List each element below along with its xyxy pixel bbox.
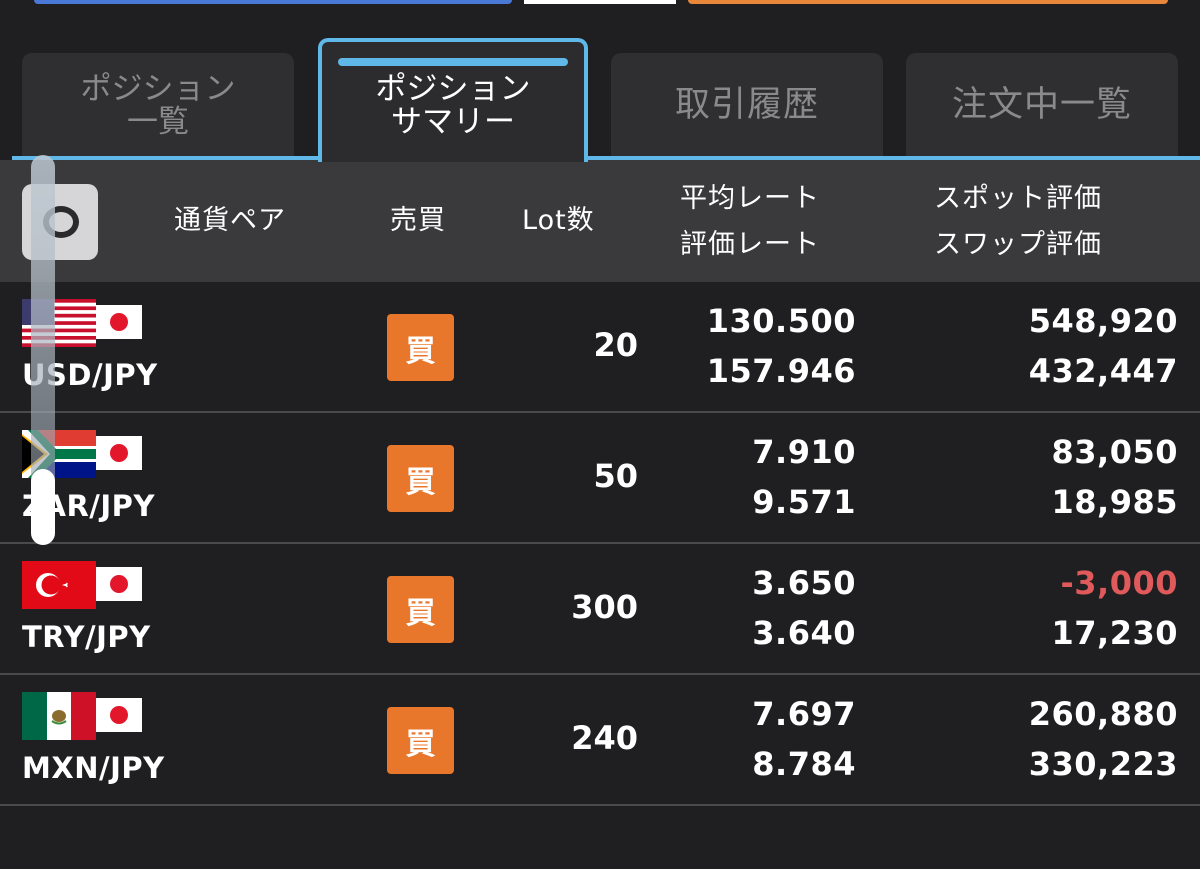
lot-value: 240 xyxy=(571,719,638,757)
avg-rate-value: 130.500 xyxy=(706,302,856,340)
position-row[interactable]: MXN/JPY 買 240 7.697 8.784 260,880 330,22… xyxy=(0,675,1200,806)
eval-rate-value: 3.640 xyxy=(752,614,856,652)
avg-rate-value: 7.697 xyxy=(752,695,856,733)
mx-flag-icon xyxy=(22,692,96,740)
swap-eval-value: 18,985 xyxy=(1051,483,1178,521)
swap-eval-value: 330,223 xyxy=(1028,745,1178,783)
buy-badge: 買 xyxy=(387,445,454,512)
buy-badge: 買 xyxy=(387,707,454,774)
spot-eval-value: 548,920 xyxy=(1028,302,1178,340)
avg-rate-value: 7.910 xyxy=(752,433,856,471)
mxn-jpy-flags-icon xyxy=(22,692,142,740)
spot-eval-value: 83,050 xyxy=(1051,433,1178,471)
header-avg-rate: 平均レート xyxy=(680,183,820,214)
buy-badge: 買 xyxy=(387,314,454,381)
header-swap-eval: スワップ評価 xyxy=(934,229,1102,260)
lot-value: 300 xyxy=(571,588,638,626)
tr-flag-icon xyxy=(22,561,96,609)
header-lot: Lot数 xyxy=(522,205,595,236)
position-row[interactable]: TRY/JPY 買 300 3.650 3.640 -3,000 17,230 xyxy=(0,544,1200,675)
try-jpy-flags-icon xyxy=(22,561,142,609)
lot-value: 20 xyxy=(593,326,638,364)
eval-rate-value: 9.571 xyxy=(752,483,856,521)
swap-eval-value: 432,447 xyxy=(1028,352,1178,390)
scroll-thumb[interactable] xyxy=(31,469,55,545)
top-action-bar-orange[interactable] xyxy=(688,0,1168,4)
avg-rate-value: 3.650 xyxy=(752,564,856,602)
header-pair: 通貨ペア xyxy=(174,205,286,236)
tab-position-summary[interactable]: ポジション サマリー xyxy=(318,38,588,162)
buy-badge: 買 xyxy=(387,576,454,643)
header-eval-rate: 評価レート xyxy=(680,229,820,260)
spot-eval-value: 260,880 xyxy=(1028,695,1178,733)
tab-label: 取引履歴 xyxy=(674,85,819,125)
table-header: 通貨ペア 売買 Lot数 平均レート 評価レート スポット評価 スワップ評価 xyxy=(0,160,1200,282)
tab-divider-line xyxy=(584,156,1200,160)
spot-eval-value: -3,000 xyxy=(1060,564,1178,602)
header-spot-eval: スポット評価 xyxy=(934,183,1102,214)
jp-flag-icon xyxy=(96,567,142,601)
eval-rate-value: 157.946 xyxy=(706,352,856,390)
tab-label: ポジション 一覧 xyxy=(80,70,236,140)
scroll-indicator[interactable] xyxy=(31,155,55,545)
top-action-bar-white[interactable] xyxy=(524,0,676,4)
position-row[interactable]: ZAR/JPY 買 50 7.910 9.571 83,050 18,985 xyxy=(0,413,1200,544)
tab-trade-history[interactable]: 取引履歴 xyxy=(611,53,883,158)
tab-pending-orders[interactable]: 注文中一覧 xyxy=(906,53,1178,158)
lot-value: 50 xyxy=(593,457,638,495)
swap-eval-value: 17,230 xyxy=(1051,614,1178,652)
tab-label: 注文中一覧 xyxy=(951,85,1132,125)
pair-label: TRY/JPY xyxy=(22,620,151,654)
jp-flag-icon xyxy=(96,305,142,339)
eval-rate-value: 8.784 xyxy=(752,745,856,783)
tab-divider-line xyxy=(12,156,322,160)
tab-label: ポジション サマリー xyxy=(375,71,531,140)
jp-flag-icon xyxy=(96,436,142,470)
position-row[interactable]: USD/JPY 買 20 130.500 157.946 548,920 432… xyxy=(0,282,1200,413)
active-tab-indicator xyxy=(338,58,568,66)
jp-flag-icon xyxy=(96,698,142,732)
pair-label: MXN/JPY xyxy=(22,751,165,785)
header-side: 売買 xyxy=(390,205,446,236)
top-action-bar-blue[interactable] xyxy=(34,0,512,4)
tab-position-list[interactable]: ポジション 一覧 xyxy=(22,53,294,158)
